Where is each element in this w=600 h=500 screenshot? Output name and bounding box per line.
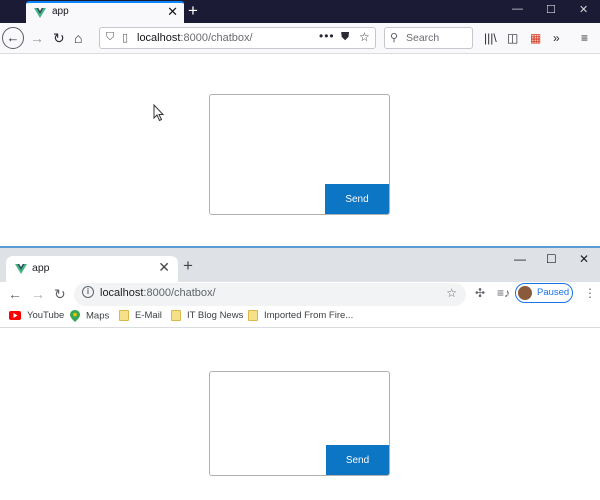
mouse-cursor-icon [153, 104, 165, 122]
shield-icon[interactable]: ⛉ [106, 31, 114, 44]
url-path: :8000/chatbox/ [143, 287, 216, 299]
reload-icon[interactable]: ↻ [53, 30, 65, 46]
chrome-titlebar: app ✕ + — ☐ ✕ [0, 248, 600, 282]
bookmark-star-icon[interactable]: ☆ [446, 286, 457, 300]
bookmark-youtube[interactable]: YouTube [9, 310, 64, 321]
bookmark-maps[interactable]: Maps [70, 310, 109, 322]
search-placeholder: Search [406, 32, 440, 44]
bookmark-folder-it-blog-news[interactable]: IT Blog News [171, 310, 243, 321]
menu-icon[interactable]: ≡ [581, 31, 588, 45]
chrome-close-button[interactable]: ✕ [579, 252, 589, 266]
bookmark-folder-imported[interactable]: Imported From Fire... [248, 310, 353, 321]
profile-button[interactable]: Paused [515, 283, 573, 303]
bookmark-label: Maps [86, 310, 110, 322]
back-icon[interactable]: ← [2, 27, 24, 49]
extensions-icon[interactable]: ✣ [475, 286, 485, 300]
firefox-window: app ✕ + — ☐ ✕ ← → ↻ ⌂ ⛉ ▯ localhost:8000… [0, 0, 600, 246]
forward-icon[interactable]: → [30, 30, 44, 46]
bookmarks-bar: YouTube Maps E-Mail IT Blog News Importe… [0, 308, 600, 328]
chrome-minimize-button[interactable]: — [514, 252, 526, 266]
chrome-tab-close-icon[interactable]: ✕ [158, 259, 170, 276]
forward-icon[interactable]: → [31, 286, 45, 302]
send-button[interactable]: Send [326, 445, 389, 475]
chat-messages-area [210, 95, 389, 185]
youtube-icon [9, 310, 21, 320]
firefox-minimize-button[interactable]: — [512, 3, 523, 15]
url-host: localhost [100, 287, 144, 299]
bookmark-label: YouTube [27, 310, 65, 321]
overflow-icon[interactable]: » [553, 31, 560, 45]
kebab-menu-icon[interactable]: ⋮ [584, 286, 596, 300]
firefox-chatbox: Send [209, 94, 390, 215]
bookmark-label: IT Blog News [187, 310, 244, 322]
bookmark-label: E-Mail [135, 310, 162, 322]
firefox-close-button[interactable]: ✕ [579, 3, 588, 16]
firefox-address-bar[interactable]: ⛉ ▯ localhost:8000/chatbox/ ••• ⛊ ☆ [99, 27, 376, 49]
folder-icon [171, 310, 181, 321]
page-icon[interactable]: ▯ [122, 31, 128, 44]
url-path: :8000/chatbox/ [180, 32, 253, 44]
chat-message-input[interactable] [210, 445, 328, 475]
firefox-maximize-button[interactable]: ☐ [546, 3, 556, 16]
chat-message-input[interactable] [210, 184, 326, 214]
firefox-url[interactable]: localhost:8000/chatbox/ [137, 32, 253, 44]
search-icon: ⚲ [390, 32, 399, 44]
vue-logo-icon [15, 264, 27, 274]
chrome-maximize-button[interactable]: ☐ [546, 252, 557, 266]
chat-messages-area [210, 372, 389, 446]
media-icon[interactable]: ≡♪ [497, 286, 510, 300]
firefox-tab-app[interactable]: app ✕ [26, 1, 184, 24]
send-button[interactable]: Send [325, 184, 389, 214]
chrome-url[interactable]: localhost:8000/chatbox/ [100, 287, 216, 299]
folder-icon [119, 310, 129, 321]
avatar [518, 286, 532, 300]
reload-icon[interactable]: ↻ [54, 286, 66, 302]
library-icon[interactable]: |||\ [484, 31, 497, 45]
bookmark-folder-email[interactable]: E-Mail [119, 310, 162, 321]
chrome-new-tab-button[interactable]: + [183, 257, 193, 275]
chrome-tab-title: app [32, 262, 50, 274]
back-icon[interactable]: ← [8, 286, 22, 302]
firefox-titlebar: app ✕ + — ☐ ✕ [0, 0, 600, 24]
bookmark-star-icon[interactable]: ☆ [359, 30, 370, 44]
extension-icon[interactable]: ▦ [530, 31, 541, 45]
profile-status: Paused [537, 287, 570, 298]
info-icon[interactable]: i [82, 286, 94, 298]
chrome-tab-app[interactable]: app ✕ [6, 256, 178, 282]
url-host: localhost [137, 32, 181, 44]
sidebar-icon[interactable]: ◫ [507, 31, 518, 45]
maps-pin-icon [70, 310, 80, 322]
firefox-new-tab-button[interactable]: + [188, 0, 198, 22]
chrome-address-bar[interactable]: i localhost:8000/chatbox/ ☆ [74, 283, 466, 306]
chrome-chatbox: Send [209, 371, 390, 476]
bookmark-label: Imported From Fire... [264, 310, 354, 322]
firefox-search-box[interactable]: ⚲ Search [384, 27, 473, 49]
pocket-icon[interactable]: ⛊ [341, 31, 349, 44]
firefox-tab-title: app [52, 6, 69, 17]
more-icon[interactable]: ••• [319, 29, 335, 43]
vue-logo-icon [34, 8, 46, 18]
home-icon[interactable]: ⌂ [74, 30, 82, 46]
chrome-window: app ✕ + — ☐ ✕ ← → ↻ i localhost:8000/cha… [0, 246, 600, 500]
folder-icon [248, 310, 258, 321]
firefox-tab-close-icon[interactable]: ✕ [167, 4, 178, 20]
